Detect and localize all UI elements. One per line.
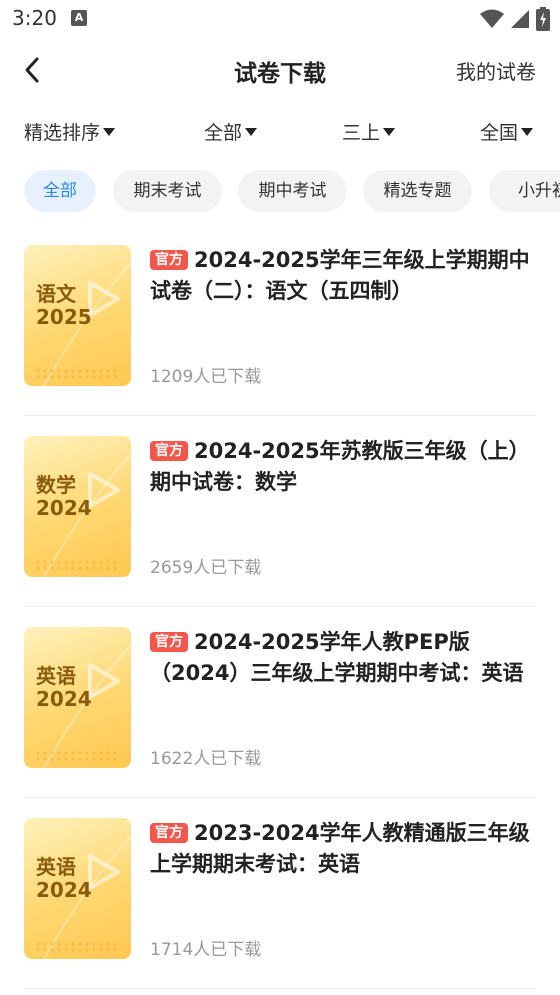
type-filter[interactable]: 全部: [204, 118, 258, 145]
chip-midterm-exam[interactable]: 期中考试: [238, 170, 347, 212]
cover-dots-decoration: [36, 369, 117, 379]
my-papers-link[interactable]: 我的试卷: [456, 56, 536, 85]
cover-dots-decoration: [36, 560, 117, 570]
filter-bar: 精选排序 全部 三上 全国: [0, 108, 560, 154]
dropdown-arrow-icon: [103, 127, 116, 136]
status-bar: 3:20 A: [0, 0, 560, 40]
cover-year: 2025: [36, 305, 92, 329]
back-arrow-icon: [25, 57, 39, 83]
header: 试卷下载 我的试卷: [0, 40, 560, 102]
signal-icon: [511, 10, 529, 28]
download-count: 1209人已下载: [150, 367, 262, 387]
category-chips: 全部 期末考试 期中考试 精选专题 小升初: [0, 170, 560, 214]
cover-year: 2024: [36, 687, 92, 711]
sort-filter[interactable]: 精选排序: [24, 118, 116, 145]
cover-dots-decoration: [36, 751, 117, 761]
chip-all[interactable]: 全部: [24, 170, 96, 212]
paper-list: 语文 2025 官方 2024-2025学年三年级上学期期中试卷（二）：语文（五四…: [24, 225, 536, 989]
paper-title-text: 2024-2025年苏教版三年级（上）期中试卷：数学: [150, 439, 530, 494]
paper-title: 官方 2024-2025学年人教PEP版（2024）三年级上学期期中考试：英语: [150, 627, 538, 689]
region-filter[interactable]: 全国: [480, 118, 534, 145]
dropdown-arrow-icon: [521, 127, 534, 136]
list-item[interactable]: 英语 2024 官方 2023-2024学年人教精通版三年级上学期期末考试：英语 …: [24, 798, 536, 989]
paper-title: 官方 2024-2025年苏教版三年级（上）期中试卷：数学: [150, 436, 538, 498]
type-filter-label: 全部: [204, 122, 243, 144]
download-count: 2659人已下载: [150, 558, 262, 578]
official-badge: 官方: [150, 441, 188, 461]
official-badge: 官方: [150, 632, 188, 652]
region-filter-label: 全国: [480, 122, 519, 144]
cover-dots-decoration: [36, 942, 117, 952]
download-count: 1622人已下载: [150, 749, 262, 769]
paper-title-text: 2024-2025学年人教PEP版（2024）三年级上学期期中考试：英语: [150, 630, 524, 685]
cover-subject: 英语: [36, 855, 76, 879]
chip-final-exam[interactable]: 期末考试: [113, 170, 222, 212]
dropdown-arrow-icon: [383, 127, 396, 136]
chip-primary-to-middle[interactable]: 小升初: [489, 170, 560, 212]
paper-cover: 语文 2025: [24, 245, 131, 386]
list-item[interactable]: 英语 2024 官方 2024-2025学年人教PEP版（2024）三年级上学期期…: [24, 607, 536, 798]
cover-year: 2024: [36, 496, 92, 520]
paper-cover: 数学 2024: [24, 436, 131, 577]
paper-title: 官方 2024-2025学年三年级上学期期中试卷（二）：语文（五四制）: [150, 245, 538, 307]
status-time: 3:20: [12, 6, 57, 30]
grade-filter-label: 三上: [342, 122, 381, 144]
chip-featured-topics[interactable]: 精选专题: [363, 170, 472, 212]
cover-subject: 数学: [36, 473, 76, 497]
cover-subject: 英语: [36, 664, 76, 688]
status-icons: [480, 7, 550, 31]
official-badge: 官方: [150, 250, 188, 270]
list-item[interactable]: 语文 2025 官方 2024-2025学年三年级上学期期中试卷（二）：语文（五四…: [24, 225, 536, 416]
wifi-icon: [480, 9, 504, 28]
grade-filter[interactable]: 三上: [342, 118, 396, 145]
battery-icon: [536, 7, 550, 31]
back-button[interactable]: [14, 52, 50, 88]
paper-cover: 英语 2024: [24, 818, 131, 959]
cover-year: 2024: [36, 878, 92, 902]
paper-title-text: 2023-2024学年人教精通版三年级上学期期末考试：英语: [150, 821, 530, 876]
paper-title-text: 2024-2025学年三年级上学期期中试卷（二）：语文（五四制）: [150, 248, 530, 303]
paper-title: 官方 2023-2024学年人教精通版三年级上学期期末考试：英语: [150, 818, 538, 880]
dropdown-arrow-icon: [245, 127, 258, 136]
notification-icon: A: [71, 10, 87, 26]
cover-subject: 语文: [36, 282, 76, 306]
official-badge: 官方: [150, 823, 188, 843]
download-count: 1714人已下载: [150, 940, 262, 960]
paper-cover: 英语 2024: [24, 627, 131, 768]
list-item[interactable]: 数学 2024 官方 2024-2025年苏教版三年级（上）期中试卷：数学 265…: [24, 416, 536, 607]
sort-filter-label: 精选排序: [24, 122, 101, 144]
